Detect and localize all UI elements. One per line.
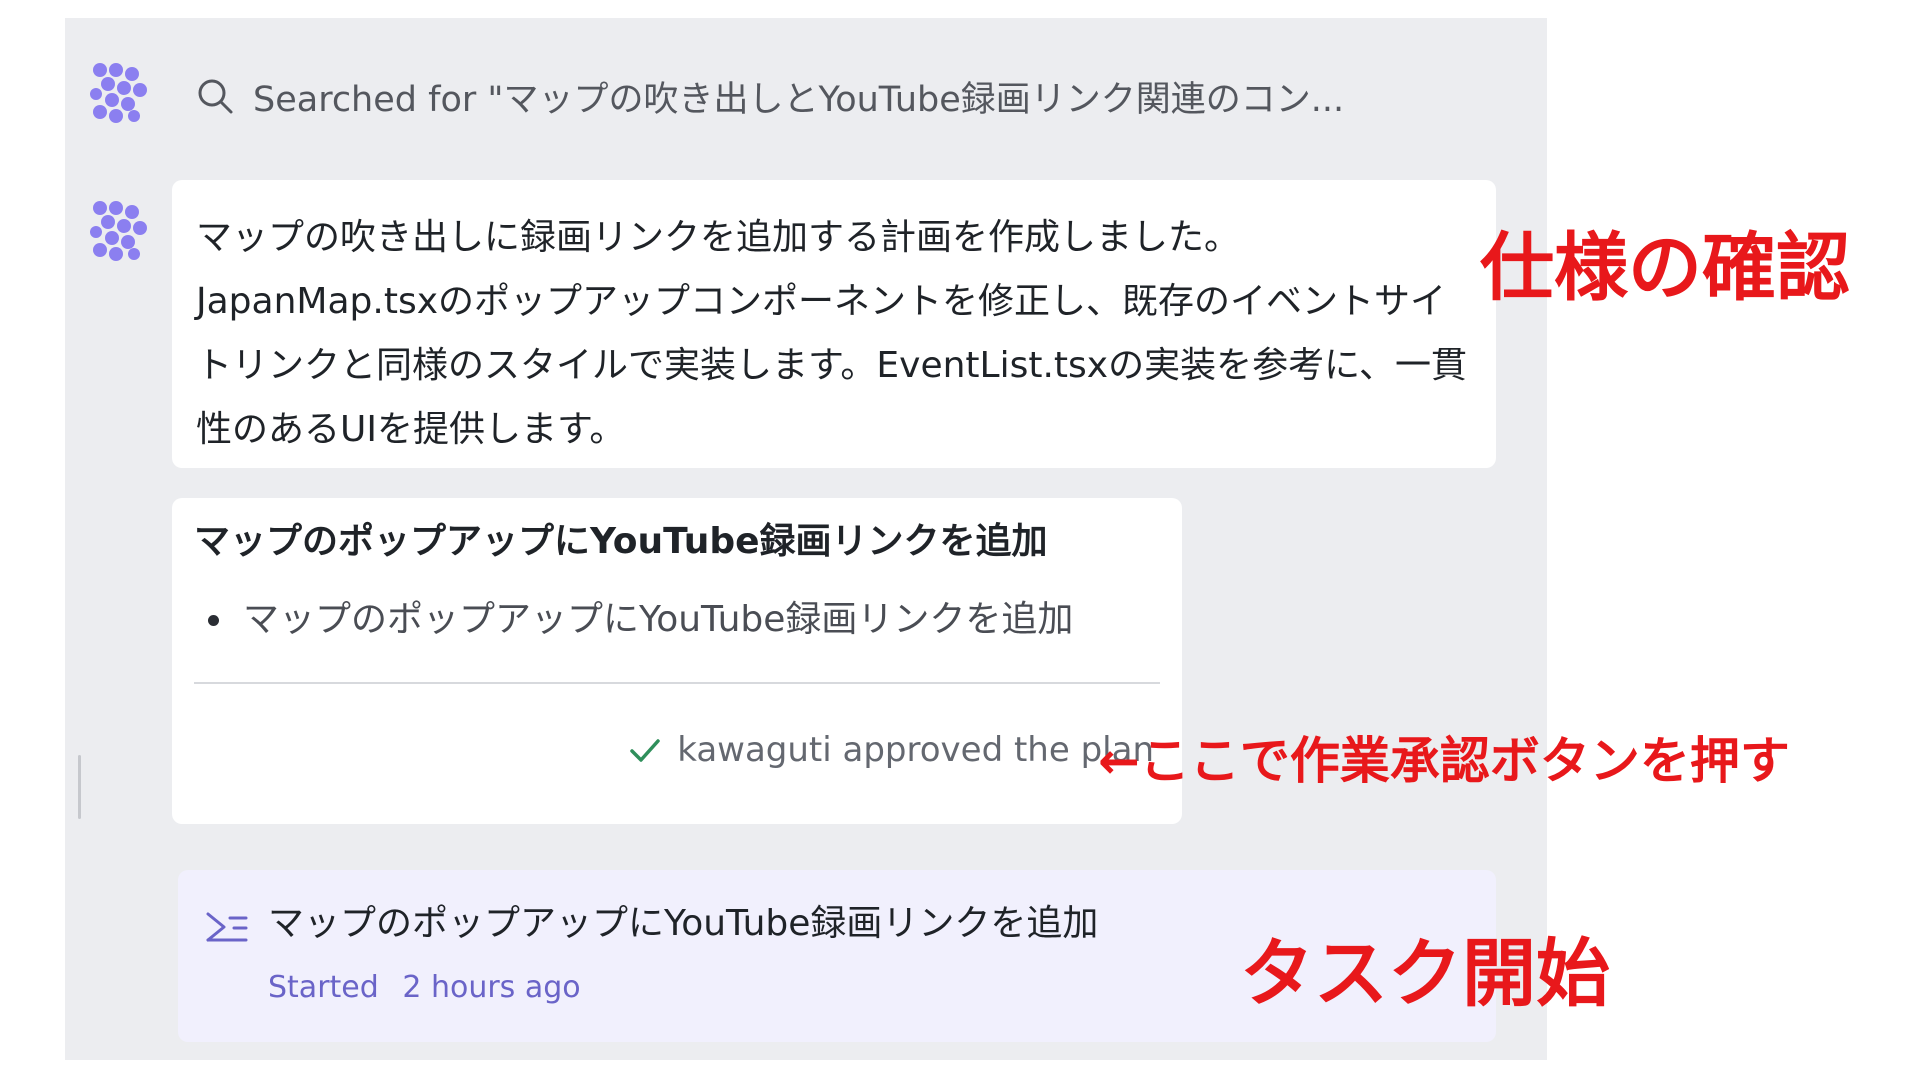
- agent-logo-icon: [90, 201, 147, 261]
- plan-step-item: マップのポップアップにYouTube録画リンクを追加: [194, 596, 1160, 644]
- plan-card: マップのポップアップにYouTube録画リンクを追加 マップのポップアップにYo…: [172, 498, 1182, 824]
- plan-step-label: マップのポップアップにYouTube録画リンクを追加: [243, 599, 1074, 640]
- thread-indicator: [78, 755, 81, 819]
- annotation-approve: ←ここで作業承認ボタンを押す: [1098, 732, 1790, 790]
- annotation-task-start: タスク開始: [1240, 931, 1610, 1017]
- bullet-icon: [208, 614, 219, 626]
- task-status: Started 2 hours ago: [268, 968, 581, 1008]
- check-icon: [630, 739, 660, 762]
- agent-logo-icon: [90, 63, 147, 123]
- plan-title: マップのポップアップにYouTube録画リンクを追加: [194, 521, 1048, 562]
- agent-message-card: マップの吹き出しに録画リンクを追加する計画を作成しました。JapanMap.ts…: [172, 180, 1496, 468]
- task-status-time: 2 hours ago: [402, 970, 581, 1005]
- approval-status: kawaguti approved the plan: [627, 730, 1154, 770]
- task-status-label: Started: [268, 970, 379, 1005]
- search-activity-row[interactable]: Searched for "マップの吹き出しとYouTube録画リンク関連のコン…: [195, 70, 1475, 122]
- approval-text: kawaguti approved the plan: [677, 730, 1154, 770]
- task-title: マップのポップアップにYouTube録画リンクを追加: [268, 903, 1099, 944]
- screenshot-stage: Searched for "マップの吹き出しとYouTube録画リンク関連のコン…: [0, 0, 1920, 1080]
- search-icon: [198, 79, 233, 114]
- annotation-spec: 仕様の確認: [1480, 225, 1850, 311]
- search-query-text: Searched for "マップの吹き出しとYouTube録画リンク関連のコン…: [253, 79, 1345, 120]
- plan-step-list: マップのポップアップにYouTube録画リンクを追加: [194, 596, 1160, 644]
- agent-message-text: マップの吹き出しに録画リンクを追加する計画を作成しました。JapanMap.ts…: [196, 217, 1467, 450]
- plan-divider: [194, 682, 1160, 684]
- task-list-icon: [206, 912, 248, 942]
